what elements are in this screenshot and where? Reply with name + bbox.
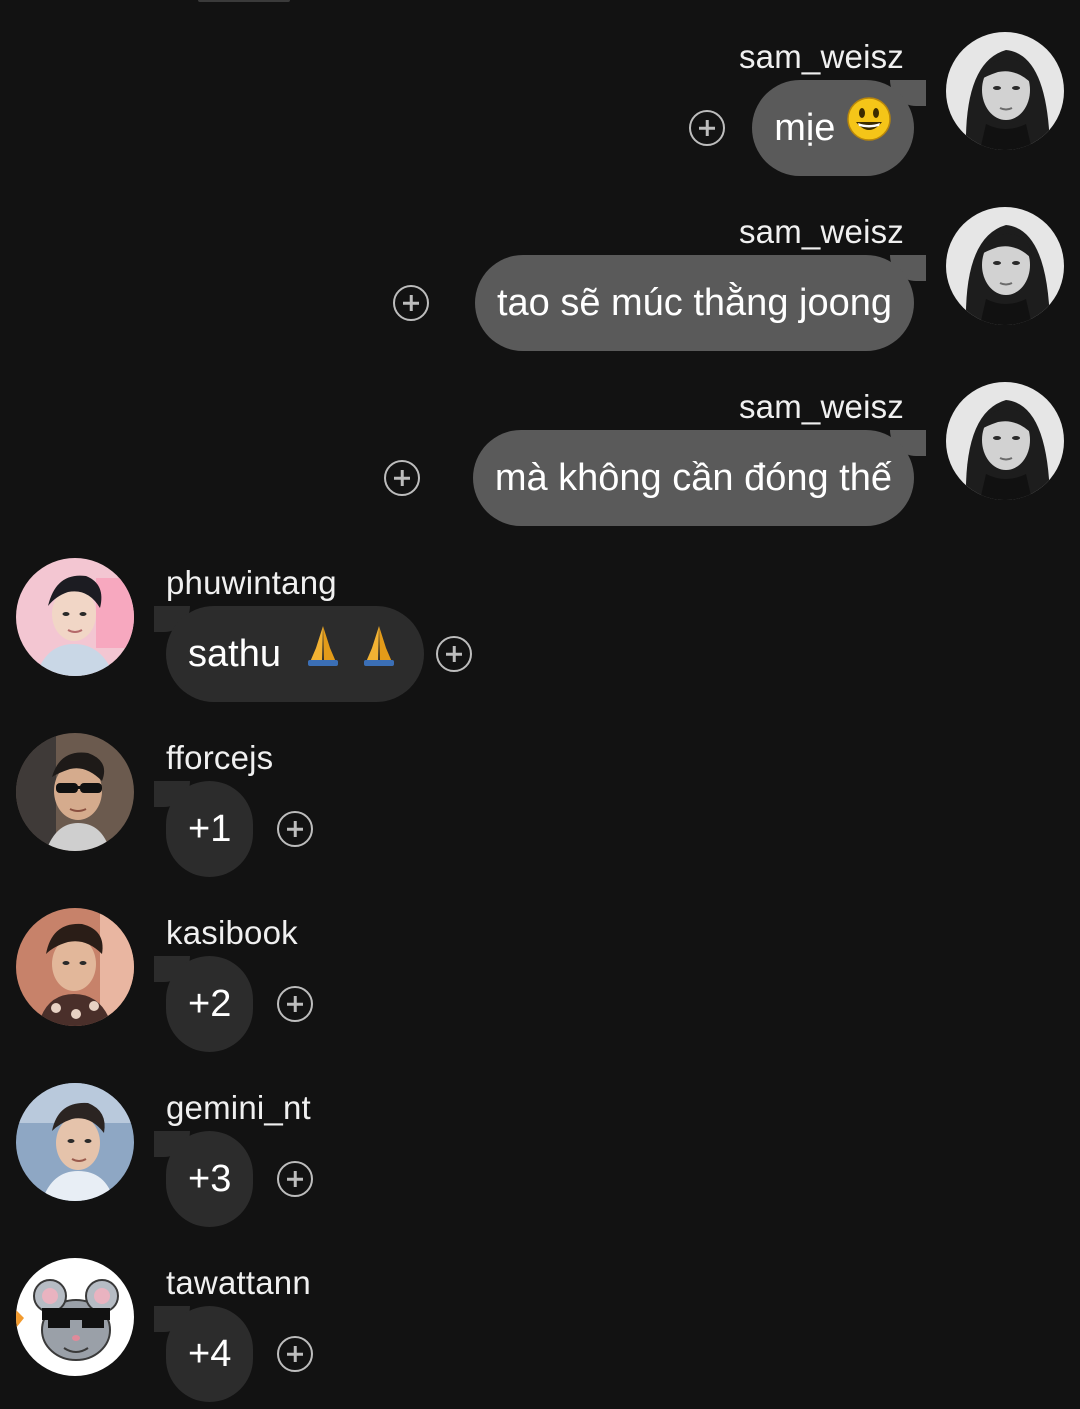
message-bubble[interactable]: +4 <box>166 1306 254 1402</box>
message-text: tao sẽ múc thằng joong <box>496 282 892 324</box>
chat-message: fforcejs +1 <box>0 709 1080 884</box>
add-reaction-icon[interactable] <box>689 110 725 146</box>
message-text: sathu <box>188 633 281 675</box>
avatar[interactable] <box>946 32 1064 150</box>
message-bubble[interactable]: mịe <box>752 80 914 176</box>
message-username[interactable]: tawattann <box>166 1264 311 1302</box>
add-reaction-icon[interactable] <box>277 1336 313 1372</box>
add-reaction-icon[interactable] <box>277 986 313 1022</box>
message-username[interactable]: phuwintang <box>166 564 337 602</box>
message-username[interactable]: sam_weisz <box>739 388 904 426</box>
avatar[interactable] <box>16 1083 134 1201</box>
chat-message: phuwintang sathu <box>0 534 1080 709</box>
chat-message: tawattann +4 <box>0 1234 1080 1409</box>
message-username[interactable]: sam_weisz <box>739 213 904 251</box>
message-text: mà không cần đóng thế <box>494 457 892 499</box>
message-text: mịe <box>774 107 836 149</box>
message-username[interactable]: kasibook <box>166 914 298 952</box>
chat-message: sam_weisz mà không cần đóng thế <box>0 350 1080 526</box>
message-text: +3 <box>188 1158 232 1200</box>
message-username[interactable]: fforcejs <box>166 739 273 777</box>
message-bubble[interactable]: mà không cần đóng thế <box>472 430 914 526</box>
chat-message: sam_weisz tao sẽ múc thằng joong <box>0 175 1080 351</box>
message-text: +2 <box>188 983 232 1025</box>
avatar[interactable] <box>946 207 1064 325</box>
avatar[interactable] <box>16 558 134 676</box>
avatar[interactable] <box>16 1258 134 1376</box>
avatar[interactable] <box>16 733 134 851</box>
avatar[interactable] <box>946 382 1064 500</box>
avatar[interactable] <box>16 908 134 1026</box>
message-bubble[interactable]: +2 <box>166 956 254 1052</box>
chat-message: sam_weisz mịe <box>0 0 1080 176</box>
folded-hands-icon <box>356 608 402 704</box>
message-bubble[interactable]: +1 <box>166 781 254 877</box>
message-bubble[interactable]: tao sẽ múc thằng joong <box>474 255 914 351</box>
folded-hands-icon <box>300 608 346 704</box>
message-bubble[interactable]: +3 <box>166 1131 254 1227</box>
message-text: +1 <box>188 808 232 850</box>
message-username[interactable]: sam_weisz <box>739 38 904 76</box>
add-reaction-icon[interactable] <box>436 636 472 672</box>
message-text: +4 <box>188 1333 232 1375</box>
add-reaction-icon[interactable] <box>277 811 313 847</box>
message-username[interactable]: gemini_nt <box>166 1089 311 1127</box>
smiley-emoji-icon <box>846 82 892 178</box>
add-reaction-icon[interactable] <box>384 460 420 496</box>
add-reaction-icon[interactable] <box>393 285 429 321</box>
message-bubble[interactable]: sathu <box>166 606 425 704</box>
add-reaction-icon[interactable] <box>277 1161 313 1197</box>
chat-message: gemini_nt +3 <box>0 1059 1080 1234</box>
chat-message: kasibook +2 <box>0 884 1080 1059</box>
